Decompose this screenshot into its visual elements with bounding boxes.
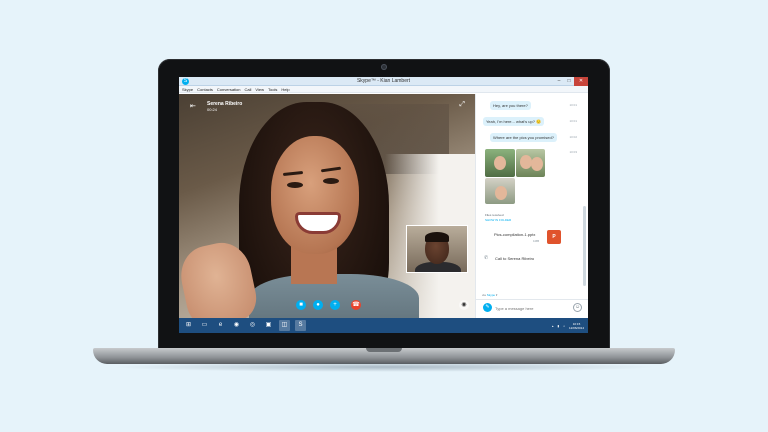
remote-caller-face xyxy=(271,136,359,254)
add-to-call-button[interactable]: + xyxy=(330,300,340,310)
end-call-button[interactable]: ☎ xyxy=(351,300,361,310)
call-duration: 00:24 xyxy=(207,107,218,112)
menu-tools[interactable]: Tools xyxy=(268,86,277,92)
self-view-hair xyxy=(425,232,449,242)
skype-logo-icon: S xyxy=(182,78,189,85)
photo-face xyxy=(494,156,506,170)
via-value: Skype xyxy=(486,293,496,297)
self-view-video[interactable] xyxy=(406,225,468,273)
shared-photo[interactable] xyxy=(516,149,545,177)
back-to-contacts-icon[interactable]: ⇤ xyxy=(190,102,196,110)
menu-help[interactable]: Help xyxy=(281,86,289,92)
emoticon-icon[interactable]: ☺ xyxy=(573,303,582,312)
laptop-screen: S Skype™ - Kian Lambert – □ ✕ Skype Cont… xyxy=(179,77,588,333)
remote-caller-right-eye xyxy=(323,178,339,184)
toggle-video-button[interactable]: ■ xyxy=(296,300,306,310)
laptop-shadow xyxy=(110,362,658,372)
file-explorer-icon[interactable]: ▭ xyxy=(199,320,210,331)
compose-divider xyxy=(476,299,588,300)
chat-message: Hey, are you there? xyxy=(490,101,531,110)
volume-icon[interactable]: ◖ xyxy=(563,324,565,328)
network-icon[interactable]: ▮ xyxy=(558,324,560,328)
menu-call[interactable]: Call xyxy=(245,86,252,92)
send-via-selector[interactable]: via Skype ▾ xyxy=(482,293,497,297)
chat-scrollbar[interactable] xyxy=(583,206,586,286)
clock-date: 12/06/2014 xyxy=(568,325,584,330)
store-icon[interactable]: ▣ xyxy=(263,320,274,331)
via-label: via xyxy=(482,293,486,297)
window-titlebar: S Skype™ - Kian Lambert – □ ✕ xyxy=(179,77,588,86)
maximize-button[interactable]: □ xyxy=(564,77,574,86)
chrome-icon[interactable]: ◎ xyxy=(247,320,258,331)
skype-taskbar-icon[interactable]: S xyxy=(295,320,306,331)
shared-photos[interactable] xyxy=(485,149,545,209)
photo-face xyxy=(495,186,507,200)
powerpoint-file-icon[interactable]: P xyxy=(547,230,561,244)
message-timestamp: 10:01 xyxy=(569,119,577,123)
menu-skype[interactable]: Skype xyxy=(182,86,193,92)
firefox-icon[interactable]: ◉ xyxy=(231,320,242,331)
menu-view[interactable]: View xyxy=(255,86,264,92)
message-timestamp: 10:03 xyxy=(569,150,577,154)
file-size: 1MB xyxy=(533,239,540,243)
system-tray: ▴ ▮ ◖ 10:15 12/06/2014 xyxy=(552,319,584,332)
internet-explorer-icon[interactable]: e xyxy=(215,320,226,331)
show-in-folder-link[interactable]: SHOW IN FOLDER xyxy=(485,218,511,222)
call-more-options-icon[interactable]: ◉ xyxy=(459,300,469,310)
outlook-icon[interactable]: ◫ xyxy=(279,320,290,331)
close-button[interactable]: ✕ xyxy=(574,77,588,86)
tray-arrow-icon[interactable]: ▴ xyxy=(552,324,554,328)
remote-caller-left-eye xyxy=(287,182,303,188)
photo-face xyxy=(531,157,543,171)
shared-photo[interactable] xyxy=(485,149,515,177)
chat-pane: Hey, are you there? 10:01 Yeah, I'm here… xyxy=(475,94,588,318)
call-history-entry: Call to Serena Ribeiro xyxy=(495,256,535,261)
phone-icon: ✆ xyxy=(484,255,489,261)
webcam-icon xyxy=(381,64,387,70)
call-controls: ■ ● + ☎ xyxy=(296,300,361,310)
message-timestamp: 10:01 xyxy=(569,103,577,107)
menu-bar: Skype Contacts Conversation Call View To… xyxy=(179,86,588,93)
start-icon[interactable]: ⊞ xyxy=(183,320,194,331)
toggle-microphone-button[interactable]: ● xyxy=(313,300,323,310)
shared-photo[interactable] xyxy=(485,178,515,204)
chat-message: Where are the pics you promised? xyxy=(490,133,557,142)
window-title: Skype™ - Kian Lambert xyxy=(356,78,411,84)
file-name[interactable]: Pics-compilation-1.pptx xyxy=(494,232,535,237)
menu-contacts[interactable]: Contacts xyxy=(197,86,213,92)
laptop-hinge-notch xyxy=(366,348,402,352)
window-controls: – □ ✕ xyxy=(554,77,588,86)
message-input[interactable] xyxy=(495,304,565,312)
attach-icon[interactable]: ✎ xyxy=(483,303,492,312)
windows-taskbar: ⊞ ▭ e ◉ ◎ ▣ ◫ S xyxy=(179,318,588,333)
video-call-area: ⇤ Serena Ribeiro 00:24 ⤢ ■ ● + ☎ ◉ xyxy=(179,94,475,318)
message-timestamp: 10:02 xyxy=(569,135,577,139)
minimize-button[interactable]: – xyxy=(554,77,564,86)
menu-conversation[interactable]: Conversation xyxy=(217,86,241,92)
files-received-label: Files received xyxy=(485,213,504,217)
fullscreen-icon[interactable]: ⤢ xyxy=(459,101,465,109)
system-clock[interactable]: 10:15 12/06/2014 xyxy=(569,322,584,330)
chat-message: Yeah, I'm here... what's up? 🙂 xyxy=(483,117,545,126)
